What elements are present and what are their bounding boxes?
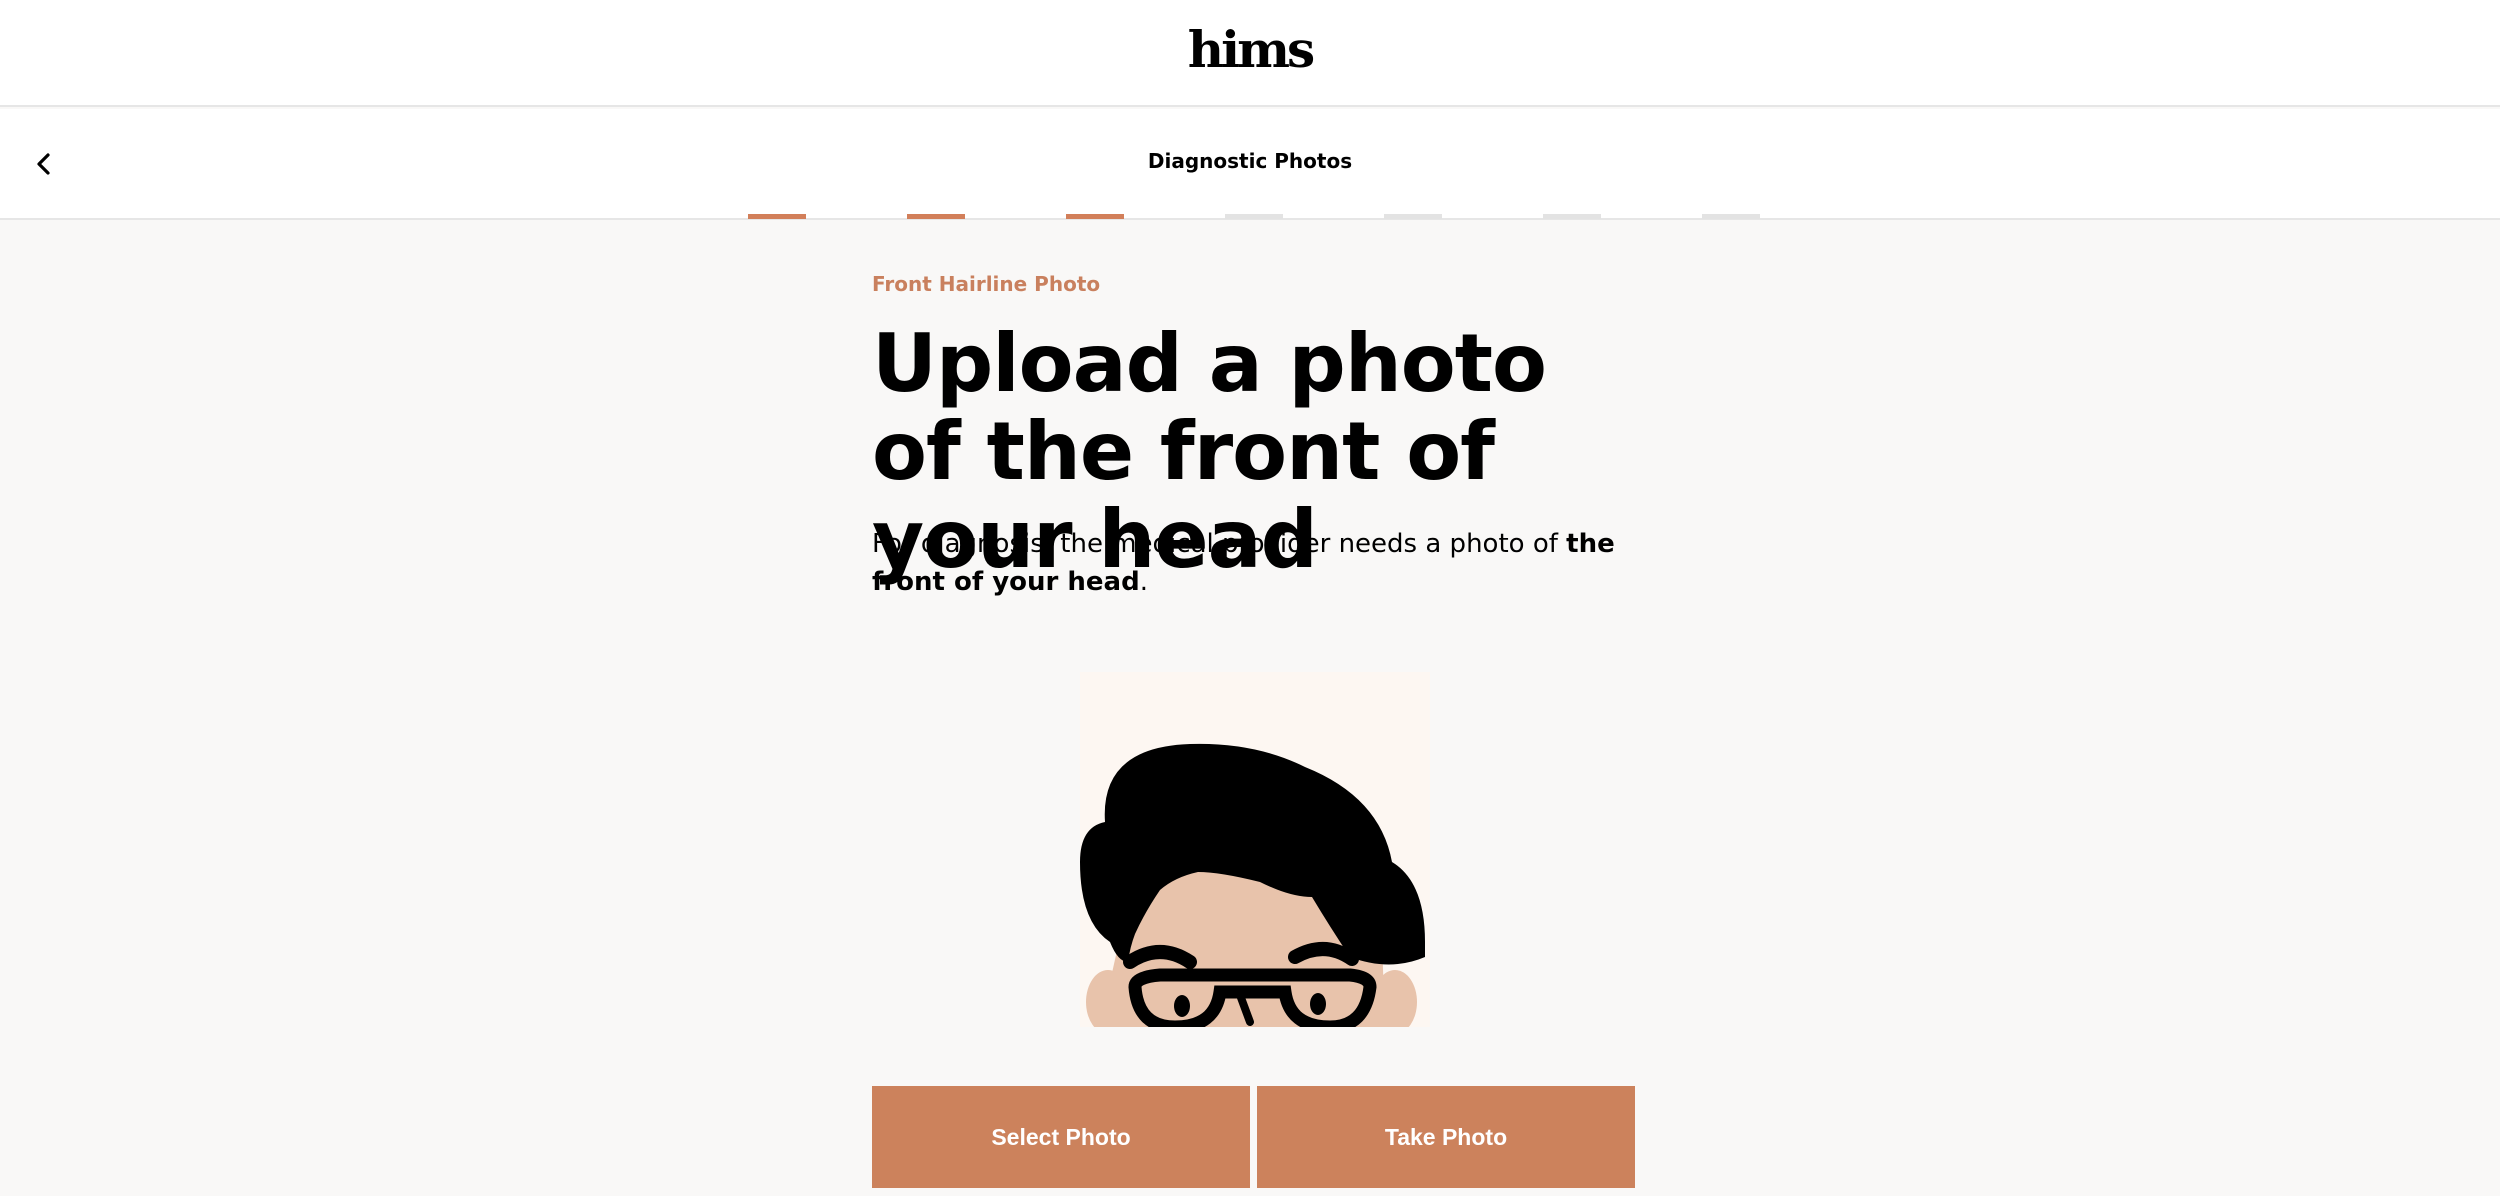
description-end: . bbox=[1139, 567, 1148, 597]
top-bar: hims bbox=[0, 0, 2500, 107]
step-description: For diagnosis, the medical provider need… bbox=[872, 525, 1652, 601]
progress-segment-2 bbox=[907, 214, 965, 219]
hims-logo[interactable]: hims bbox=[1188, 24, 1315, 75]
take-photo-button[interactable]: Take Photo bbox=[1257, 1086, 1635, 1188]
step-navbar: Diagnostic Photos bbox=[0, 109, 2500, 220]
head-with-glasses-illustration bbox=[1080, 672, 1430, 1034]
photo-actions: Select Photo Take Photo bbox=[872, 1086, 1635, 1188]
progress-segment-3 bbox=[1066, 214, 1124, 219]
progress-segment-1 bbox=[748, 214, 806, 219]
progress-segment-7 bbox=[1702, 214, 1760, 219]
select-photo-button[interactable]: Select Photo bbox=[872, 1086, 1250, 1188]
description-text: For diagnosis, the medical provider need… bbox=[872, 529, 1567, 559]
step-eyebrow: Front Hairline Photo bbox=[872, 272, 1101, 296]
progress-segment-5 bbox=[1384, 214, 1442, 219]
progress-bar bbox=[0, 214, 2500, 219]
progress-segment-6 bbox=[1543, 214, 1601, 219]
nav-title: Diagnostic Photos bbox=[1147, 149, 1353, 173]
progress-segment-4 bbox=[1225, 214, 1283, 219]
